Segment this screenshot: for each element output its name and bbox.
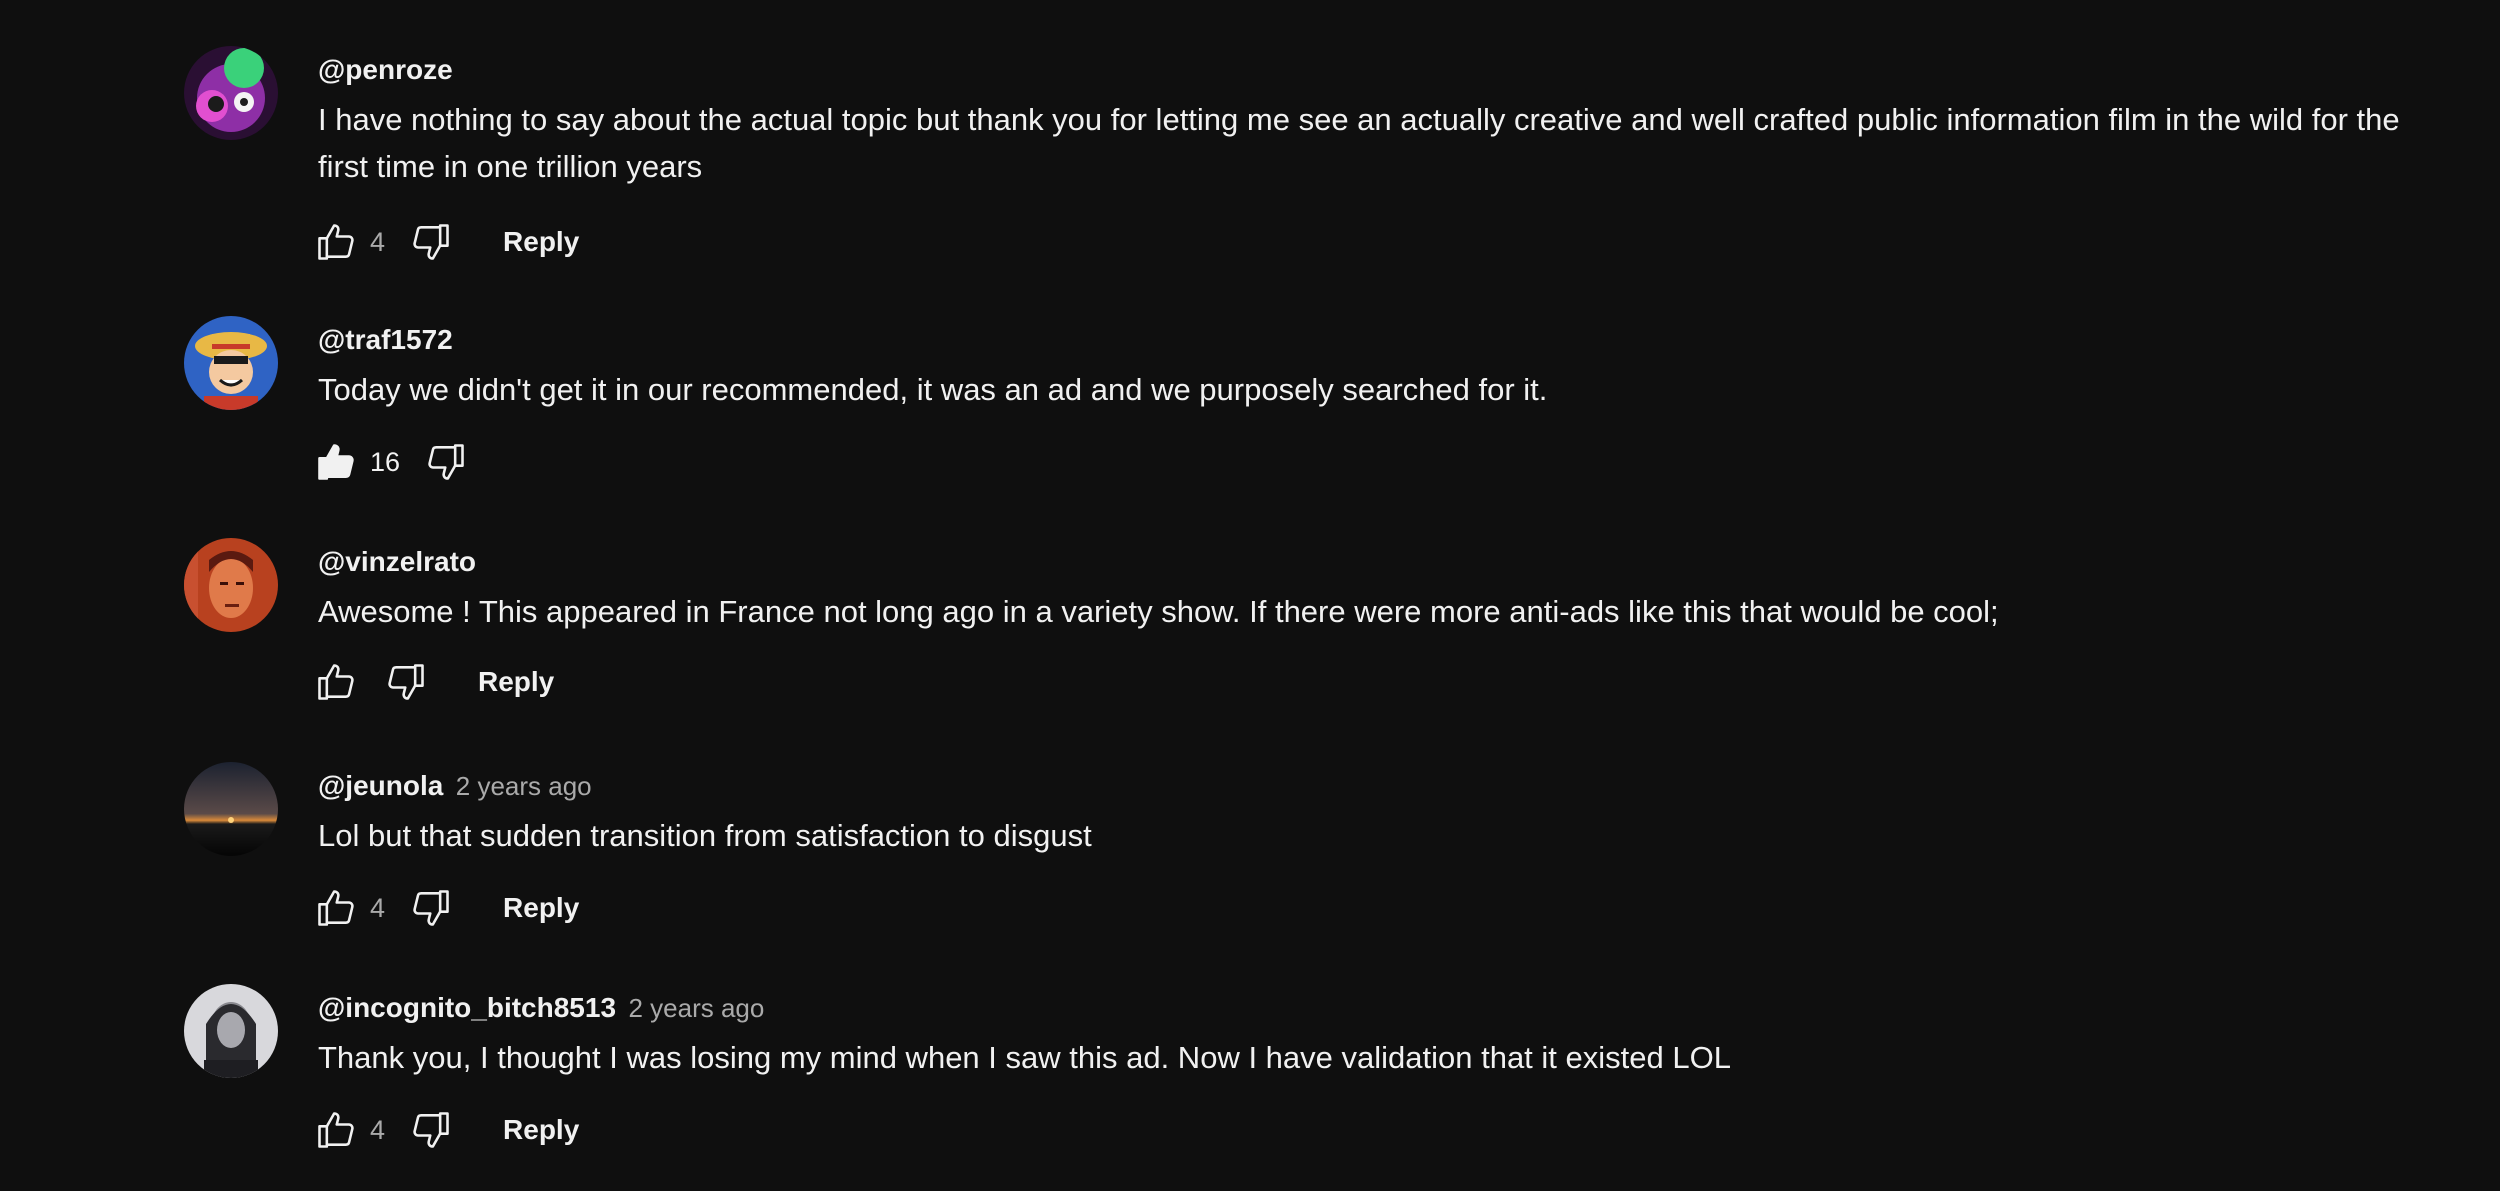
thumbs-down-icon (413, 1112, 449, 1148)
like-button[interactable] (312, 438, 360, 486)
avatar[interactable] (184, 762, 278, 856)
comment-body: @jeunola 2 years ago Lol but that sudden… (318, 766, 2440, 859)
comment-body: @incognito_bitch8513 2 years ago Thank y… (318, 988, 2440, 1081)
comment-timestamp[interactable]: 2 years ago (456, 771, 592, 801)
comment-header: @traf1572 (318, 320, 2440, 360)
comments-section: @penroze I have nothing to say about the… (0, 0, 2500, 1191)
thumbs-up-icon (318, 890, 354, 926)
comment-actions: 4 Reply (312, 1100, 579, 1160)
dislike-button[interactable] (382, 658, 430, 706)
comment-actions: 16 (312, 432, 470, 492)
avatar[interactable] (184, 316, 278, 410)
comment-text: Thank you, I thought I was losing my min… (318, 1040, 1731, 1075)
like-count: 4 (370, 226, 386, 257)
thumbs-up-icon (318, 664, 354, 700)
dislike-button[interactable] (407, 884, 455, 932)
comment-author[interactable]: @vinzelrato (318, 546, 476, 577)
reply-button[interactable]: Reply (503, 226, 579, 258)
comment-text: Lol but that sudden transition from sati… (318, 818, 1092, 853)
comment-body: @traf1572 Today we didn't get it in our … (318, 320, 2440, 413)
thumbs-up-icon (318, 1112, 354, 1148)
dislike-button[interactable] (407, 1106, 455, 1154)
reply-button[interactable]: Reply (503, 892, 579, 924)
like-button[interactable] (312, 218, 360, 266)
reply-button[interactable]: Reply (478, 666, 554, 698)
comment-body: @penroze I have nothing to say about the… (318, 50, 2440, 190)
comment-text: I have nothing to say about the actual t… (318, 102, 2400, 184)
dislike-button[interactable] (407, 218, 455, 266)
like-button[interactable] (312, 884, 360, 932)
like-count: 16 (370, 446, 401, 477)
comment-author[interactable]: @jeunola (318, 770, 443, 801)
avatar[interactable] (184, 538, 278, 632)
comment-header: @vinzelrato (318, 542, 2440, 582)
comment-header: @penroze (318, 50, 2440, 90)
avatar[interactable] (184, 984, 278, 1078)
comment-text: Today we didn't get it in our recommende… (318, 372, 1548, 407)
reply-button[interactable]: Reply (503, 1114, 579, 1146)
thumbs-down-icon (428, 444, 464, 480)
like-button[interactable] (312, 658, 360, 706)
comment-actions: 4 Reply (312, 878, 579, 938)
like-count: 4 (370, 1114, 386, 1145)
comment-author[interactable]: @incognito_bitch8513 (318, 992, 616, 1023)
thumbs-up-icon (318, 444, 354, 480)
comment-body: @vinzelrato Awesome ! This appeared in F… (318, 542, 2440, 635)
comment-actions: Reply (312, 652, 554, 712)
comment-header: @jeunola 2 years ago (318, 766, 2440, 806)
like-count: 4 (370, 892, 386, 923)
comment-header: @incognito_bitch8513 2 years ago (318, 988, 2440, 1028)
comment-author[interactable]: @penroze (318, 54, 453, 85)
thumbs-up-icon (318, 224, 354, 260)
comment-actions: 4 Reply (312, 212, 579, 272)
comment-text: Awesome ! This appeared in France not lo… (318, 594, 1999, 629)
comment-author[interactable]: @traf1572 (318, 324, 453, 355)
thumbs-down-icon (413, 890, 449, 926)
comment-timestamp[interactable]: 2 years ago (628, 993, 764, 1023)
avatar[interactable] (184, 46, 278, 140)
thumbs-down-icon (413, 224, 449, 260)
thumbs-down-icon (388, 664, 424, 700)
dislike-button[interactable] (422, 438, 470, 486)
like-button[interactable] (312, 1106, 360, 1154)
